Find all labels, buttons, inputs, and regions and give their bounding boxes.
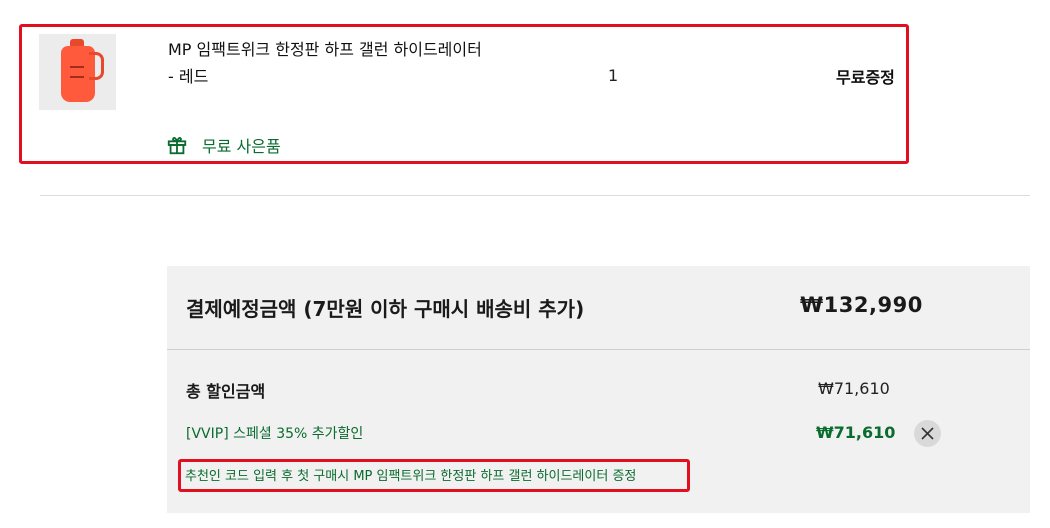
promo-discount-label: [VVIP] 스페셜 35% 추가할인 bbox=[186, 426, 364, 442]
product-name-line2: - 레드 bbox=[168, 67, 209, 86]
remove-promo-button[interactable] bbox=[914, 420, 941, 447]
jug-logo bbox=[70, 66, 84, 78]
product-name-line1: MP 임팩트위크 한정판 하프 갤런 하이드레이터 bbox=[168, 40, 482, 59]
total-discount-amount: ₩71,610 bbox=[818, 379, 890, 398]
total-discount-label: 총 할인금액 bbox=[186, 382, 266, 401]
payment-total-label: 결제예정금액 (7만원 이하 구매시 배송비 추가) bbox=[186, 297, 585, 321]
section-divider bbox=[40, 195, 1030, 196]
free-gift-label: 무료 사은품 bbox=[202, 137, 281, 156]
product-quantity: 1 bbox=[608, 66, 619, 85]
payment-total-amount: ₩132,990 bbox=[800, 293, 923, 317]
product-price: 무료증정 bbox=[836, 68, 895, 87]
jug-handle bbox=[89, 52, 104, 80]
free-gift-tag: 무료 사은품 bbox=[166, 133, 281, 157]
product-name[interactable]: MP 임팩트위크 한정판 하프 갤런 하이드레이터 - 레드 bbox=[168, 36, 568, 90]
referral-promo-note: 추천인 코드 입력 후 첫 구매시 MP 임팩트위크 한정판 하프 갤런 하이드… bbox=[185, 469, 637, 484]
close-icon bbox=[921, 427, 934, 440]
promo-discount-amount: ₩71,610 bbox=[816, 423, 896, 442]
product-thumbnail[interactable] bbox=[39, 34, 116, 110]
gift-icon bbox=[167, 136, 187, 155]
